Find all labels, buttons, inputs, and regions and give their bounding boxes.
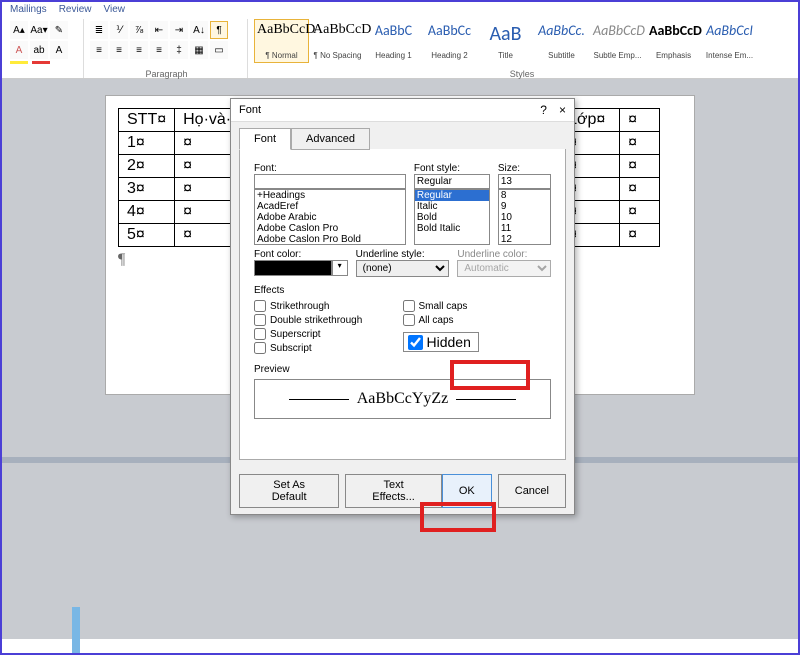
annotation-hidden xyxy=(450,360,530,390)
style--no-spacing[interactable]: AaBbCcD¶ No Spacing xyxy=(310,19,365,63)
selection-highlight xyxy=(72,607,80,653)
style-heading-1[interactable]: AaBbCHeading 1 xyxy=(366,19,421,63)
indent-dec-icon[interactable]: ⇤ xyxy=(150,21,168,39)
effects-label: Effects xyxy=(254,285,551,296)
paragraph-label: Paragraph xyxy=(86,69,247,79)
change-case-icon[interactable]: Aa▾ xyxy=(30,21,48,39)
style-heading-2[interactable]: AaBbCcHeading 2 xyxy=(422,19,477,63)
bullets-icon[interactable]: ≣ xyxy=(90,21,108,39)
dialog-titlebar: Font ? × xyxy=(231,99,574,122)
font-group: A▴ Aa▾ ✎ A ab A xyxy=(6,19,84,78)
font-list[interactable]: +HeadingsAcadErefAdobe ArabicAdobe Caslo… xyxy=(254,189,406,245)
font-dialog: Font ? × Font Advanced Font: +HeadingsAc… xyxy=(230,98,575,515)
align-right-icon[interactable]: ≡ xyxy=(130,41,148,59)
sort-icon[interactable]: A↓ xyxy=(190,21,208,39)
highlight-icon[interactable]: ab xyxy=(30,41,48,59)
chk-sub[interactable]: Subscript xyxy=(254,342,403,354)
align-center-icon[interactable]: ≡ xyxy=(110,41,128,59)
chk-super[interactable]: Superscript xyxy=(254,328,403,340)
ustyle-label: Underline style: xyxy=(356,249,450,260)
size-list[interactable]: 89101112 xyxy=(498,189,551,245)
line-spacing-icon[interactable]: ‡ xyxy=(170,41,188,59)
align-left-icon[interactable]: ≡ xyxy=(90,41,108,59)
style-intense-em-[interactable]: AaBbCcIIntense Em... xyxy=(702,19,757,63)
ribbon-tabs: Mailings Review View xyxy=(2,2,798,17)
highlight-swatch xyxy=(10,61,28,64)
borders-icon[interactable]: ▭ xyxy=(210,41,228,59)
style-input[interactable] xyxy=(414,174,490,189)
size-input[interactable] xyxy=(498,174,551,189)
chk-all[interactable]: All caps xyxy=(403,314,552,326)
ribbon: Mailings Review View A▴ Aa▾ ✎ A ab A ≣ ⅟ xyxy=(2,2,798,79)
underline-color-select: Automatic xyxy=(457,260,551,277)
styles-gallery[interactable]: AaBbCcD¶ NormalAaBbCcD¶ No SpacingAaBbCH… xyxy=(254,19,790,63)
font-label: Font: xyxy=(254,163,406,174)
justify-icon[interactable]: ≡ xyxy=(150,41,168,59)
tab-review[interactable]: Review xyxy=(59,4,92,15)
font-color-select[interactable] xyxy=(254,260,332,276)
th-end: ¤ xyxy=(620,109,660,132)
chk-small[interactable]: Small caps xyxy=(403,300,552,312)
tab-font[interactable]: Font xyxy=(239,128,291,150)
text-effect-icon[interactable]: A xyxy=(10,41,28,59)
multilevel-icon[interactable]: ⅞ xyxy=(130,21,148,39)
grow-font-icon[interactable]: A▴ xyxy=(10,21,28,39)
indent-inc-icon[interactable]: ⇥ xyxy=(170,21,188,39)
tab-view[interactable]: View xyxy=(103,4,125,15)
set-default-button[interactable]: Set As Default xyxy=(239,474,339,508)
style-emphasis[interactable]: AaBbCcDEmphasis xyxy=(646,19,701,63)
font-color-icon[interactable]: A xyxy=(50,41,68,59)
chk-strike[interactable]: Strikethrough xyxy=(254,300,403,312)
show-marks-icon[interactable]: ¶ xyxy=(210,21,228,39)
style-label: Font style: xyxy=(414,163,490,174)
ucolor-label: Underline color: xyxy=(457,249,551,260)
font-input[interactable] xyxy=(254,174,406,189)
size-label: Size: xyxy=(498,163,551,174)
chk-dstrike[interactable]: Double strikethrough xyxy=(254,314,403,326)
style-list[interactable]: RegularItalicBoldBold Italic xyxy=(414,189,490,245)
tab-advanced[interactable]: Advanced xyxy=(291,128,370,150)
tab-mailings[interactable]: Mailings xyxy=(10,4,47,15)
annotation-ok xyxy=(420,502,496,532)
style--normal[interactable]: AaBbCcD¶ Normal xyxy=(254,19,309,63)
th-stt: STT¤ xyxy=(119,109,175,132)
shading-icon[interactable]: ▦ xyxy=(190,41,208,59)
color-label: Font color: xyxy=(254,249,348,260)
style-subtle-emp-[interactable]: AaBbCcDSubtle Emp... xyxy=(590,19,645,63)
help-icon[interactable]: ? xyxy=(540,103,547,117)
chk-hidden[interactable]: Hidden xyxy=(403,332,479,352)
dialog-title: Font xyxy=(239,104,261,116)
underline-style-select[interactable]: (none) xyxy=(356,260,450,277)
cancel-button[interactable]: Cancel xyxy=(498,474,566,508)
style-subtitle[interactable]: AaBbCc.Subtitle xyxy=(534,19,589,63)
paragraph-group: ≣ ⅟ ⅞ ⇤ ⇥ A↓ ¶ ≡ ≡ ≡ ≡ ‡ ▦ ▭ Paragraph xyxy=(86,19,248,78)
style-title[interactable]: AaBTitle xyxy=(478,19,533,63)
close-icon[interactable]: × xyxy=(559,103,566,117)
clear-format-icon[interactable]: ✎ xyxy=(50,21,68,39)
styles-group: AaBbCcD¶ NormalAaBbCcD¶ No SpacingAaBbCH… xyxy=(250,19,794,78)
fontcolor-swatch xyxy=(32,61,50,64)
numbering-icon[interactable]: ⅟ xyxy=(110,21,128,39)
styles-label: Styles xyxy=(250,69,794,79)
